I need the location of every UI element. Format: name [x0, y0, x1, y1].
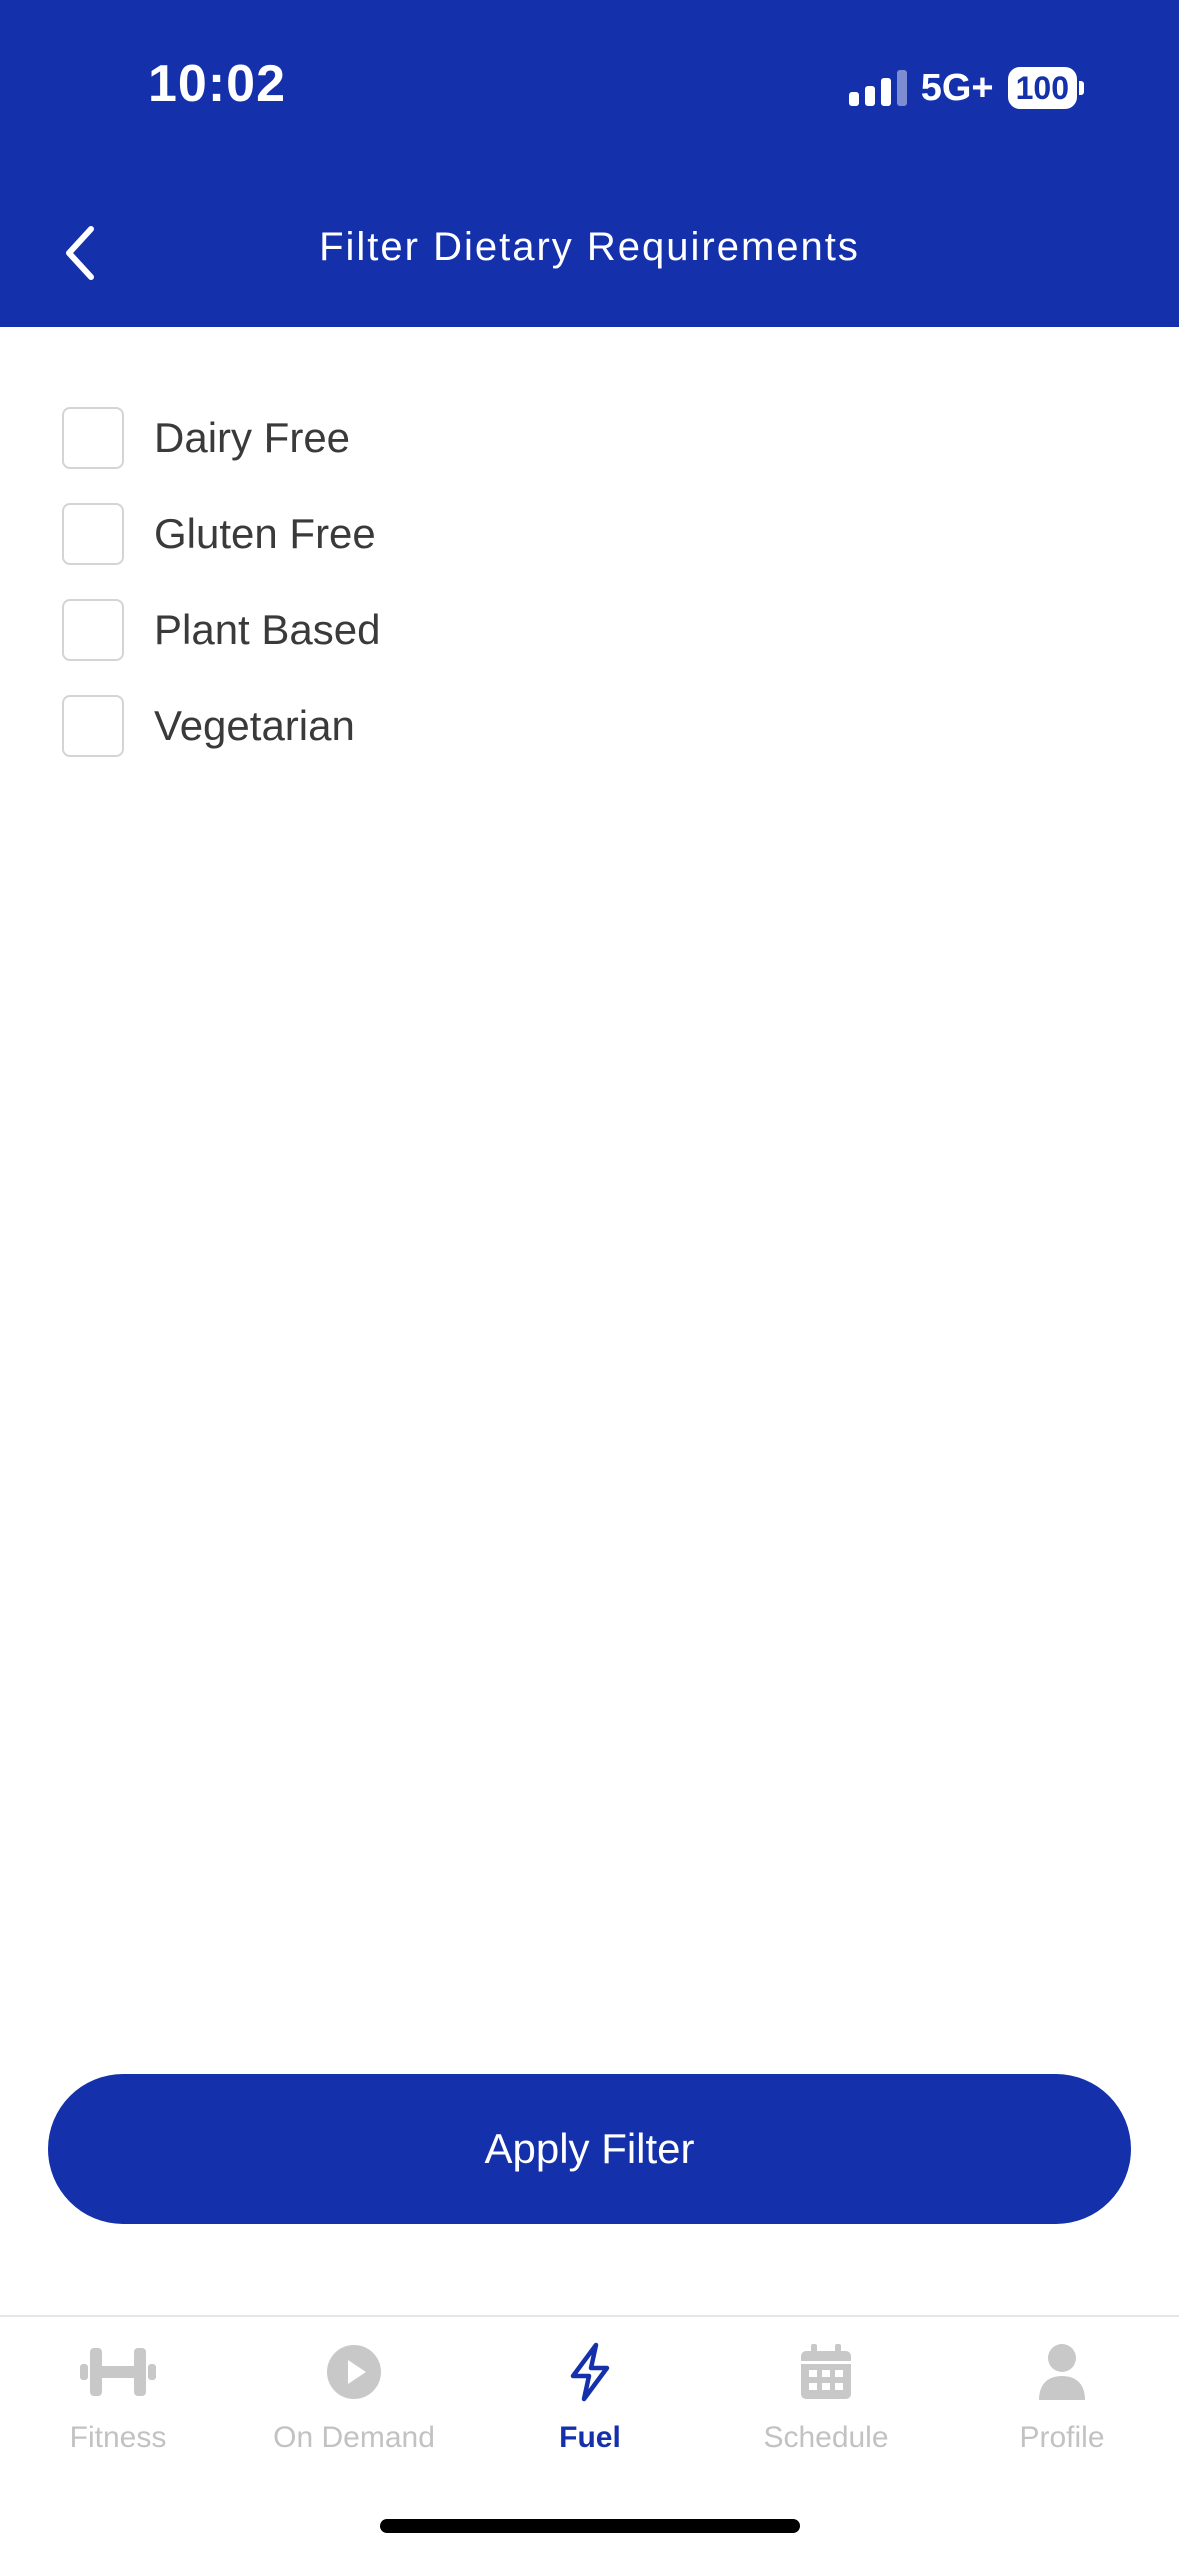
- tab-label: Fuel: [559, 2421, 621, 2454]
- filter-option-label: Gluten Free: [154, 510, 376, 557]
- tab-profile[interactable]: Profile: [944, 2337, 1179, 2467]
- status-time: 10:02: [148, 55, 286, 113]
- filter-options-list: Dairy Free Gluten Free Plant Based Veget…: [62, 390, 381, 774]
- filter-option-vegetarian[interactable]: Vegetarian: [62, 678, 381, 774]
- play-icon: [327, 2345, 381, 2399]
- battery-icon: 100: [1007, 67, 1084, 109]
- tab-label: Fitness: [69, 2421, 167, 2454]
- tab-label: Profile: [1019, 2421, 1105, 2454]
- tab-label: On Demand: [273, 2421, 435, 2454]
- filter-option-plant-based[interactable]: Plant Based: [62, 582, 381, 678]
- network-type: 5G+: [920, 66, 994, 109]
- tab-fitness[interactable]: Fitness: [0, 2337, 236, 2467]
- filter-option-label: Vegetarian: [154, 702, 355, 749]
- filter-option-label: Dairy Free: [154, 414, 351, 461]
- checkbox[interactable]: [62, 407, 124, 469]
- status-indicators: 5G+ 100: [848, 64, 1084, 112]
- home-indicator: [380, 2519, 800, 2533]
- apply-filter-button[interactable]: Apply Filter: [48, 2074, 1131, 2224]
- checkbox[interactable]: [62, 599, 124, 661]
- person-icon: [1039, 2344, 1085, 2400]
- calendar-icon: [801, 2344, 851, 2399]
- page-title: Filter Dietary Requirements: [319, 225, 860, 269]
- checkbox[interactable]: [62, 503, 124, 565]
- battery-level: 100: [1007, 67, 1077, 109]
- app-header: 10:02 5G+ 100 Filter Dietary Requirement…: [0, 0, 1179, 327]
- dumbbell-icon: [80, 2348, 156, 2396]
- signal-icon: [848, 70, 907, 106]
- tab-label: Schedule: [763, 2421, 889, 2454]
- tab-fuel[interactable]: Fuel: [472, 2337, 708, 2467]
- filter-option-dairy-free[interactable]: Dairy Free: [62, 390, 381, 486]
- tab-on-demand[interactable]: On Demand: [236, 2337, 472, 2467]
- tab-schedule[interactable]: Schedule: [708, 2337, 944, 2467]
- filter-option-gluten-free[interactable]: Gluten Free: [62, 486, 381, 582]
- lightning-icon: [570, 2342, 610, 2402]
- filter-option-label: Plant Based: [154, 606, 381, 653]
- checkbox[interactable]: [62, 695, 124, 757]
